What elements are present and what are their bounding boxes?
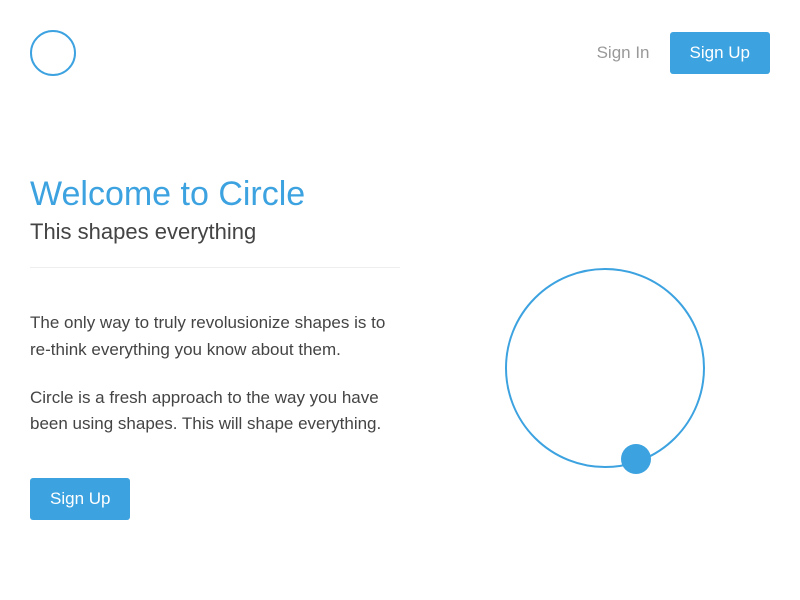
- logo-circle-icon: [30, 30, 76, 76]
- page-title: Welcome to Circle: [30, 176, 400, 213]
- signup-button[interactable]: Sign Up: [670, 32, 770, 74]
- small-circle-icon: [621, 444, 651, 474]
- main: Welcome to Circle This shapes everything…: [30, 176, 770, 520]
- hero-paragraph-2: Circle is a fresh approach to the way yo…: [30, 385, 400, 438]
- nav: Sign In Sign Up: [597, 32, 770, 74]
- divider: [30, 267, 400, 268]
- signin-link[interactable]: Sign In: [597, 43, 650, 63]
- big-circle-icon: [505, 268, 705, 468]
- hero-graphic: [440, 176, 770, 520]
- hero-content: Welcome to Circle This shapes everything…: [30, 176, 400, 520]
- page-subtitle: This shapes everything: [30, 219, 400, 245]
- header: Sign In Sign Up: [30, 30, 770, 76]
- hero-paragraph-1: The only way to truly revolusionize shap…: [30, 310, 400, 363]
- cta-signup-button[interactable]: Sign Up: [30, 478, 130, 520]
